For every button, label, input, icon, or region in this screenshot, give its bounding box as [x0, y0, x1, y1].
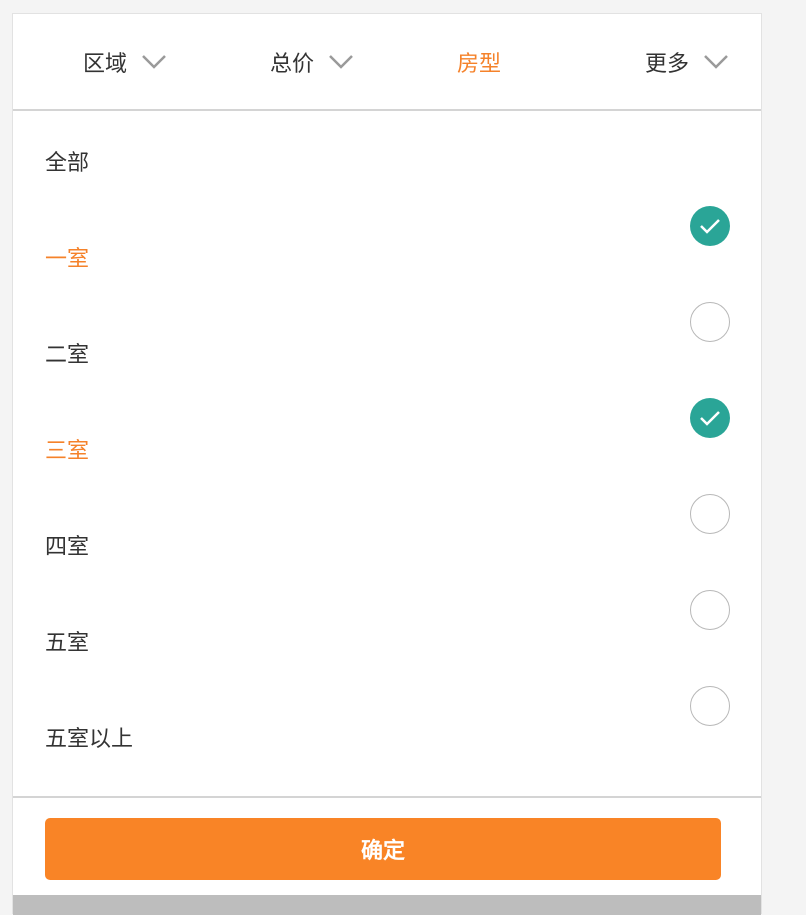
option-label: 一室 — [45, 247, 90, 272]
empty-circle-icon[interactable] — [690, 686, 730, 726]
option-label: 四室 — [45, 535, 90, 560]
footer: 确定 — [13, 796, 761, 895]
option-all[interactable]: 全部 — [45, 145, 89, 177]
empty-circle-icon[interactable] — [690, 494, 730, 534]
option-row-3room[interactable]: 三室 — [13, 398, 761, 494]
chevron-down-icon — [328, 54, 354, 70]
checkmark-circle-icon[interactable] — [690, 398, 730, 438]
option-label: 二室 — [45, 343, 90, 368]
tab-total-price-label: 总价 — [270, 51, 315, 77]
filter-panel: 区域 总价 房型 更多 全部 一室 二室 三室 四室 五室 五室以上 确定 — [12, 13, 762, 915]
tab-room-type[interactable]: 房型 — [457, 14, 501, 109]
option-label: 三室 — [45, 439, 90, 464]
bottom-bar — [13, 895, 761, 915]
option-label: 五室以上 — [45, 727, 134, 752]
option-row-2room[interactable]: 二室 — [13, 302, 761, 398]
tab-region-label: 区域 — [83, 51, 128, 77]
filter-tab-bar: 区域 总价 房型 更多 — [13, 14, 761, 111]
tab-total-price[interactable]: 总价 — [270, 14, 354, 109]
option-row-4room[interactable]: 四室 — [13, 494, 761, 590]
checkmark-circle-icon[interactable] — [690, 206, 730, 246]
empty-circle-icon[interactable] — [690, 302, 730, 342]
tab-more-label: 更多 — [645, 51, 690, 77]
tab-room-type-label: 房型 — [457, 51, 502, 77]
chevron-down-icon — [703, 54, 729, 70]
tab-more[interactable]: 更多 — [645, 14, 729, 109]
option-row-1room[interactable]: 一室 — [13, 206, 761, 302]
option-label: 五室 — [45, 631, 90, 656]
tab-region[interactable]: 区域 — [83, 14, 167, 109]
option-row-5plus[interactable]: 五室以上 — [13, 686, 761, 782]
empty-circle-icon[interactable] — [690, 590, 730, 630]
option-row-5room[interactable]: 五室 — [13, 590, 761, 686]
chevron-down-icon — [141, 54, 167, 70]
confirm-button[interactable]: 确定 — [45, 818, 721, 880]
